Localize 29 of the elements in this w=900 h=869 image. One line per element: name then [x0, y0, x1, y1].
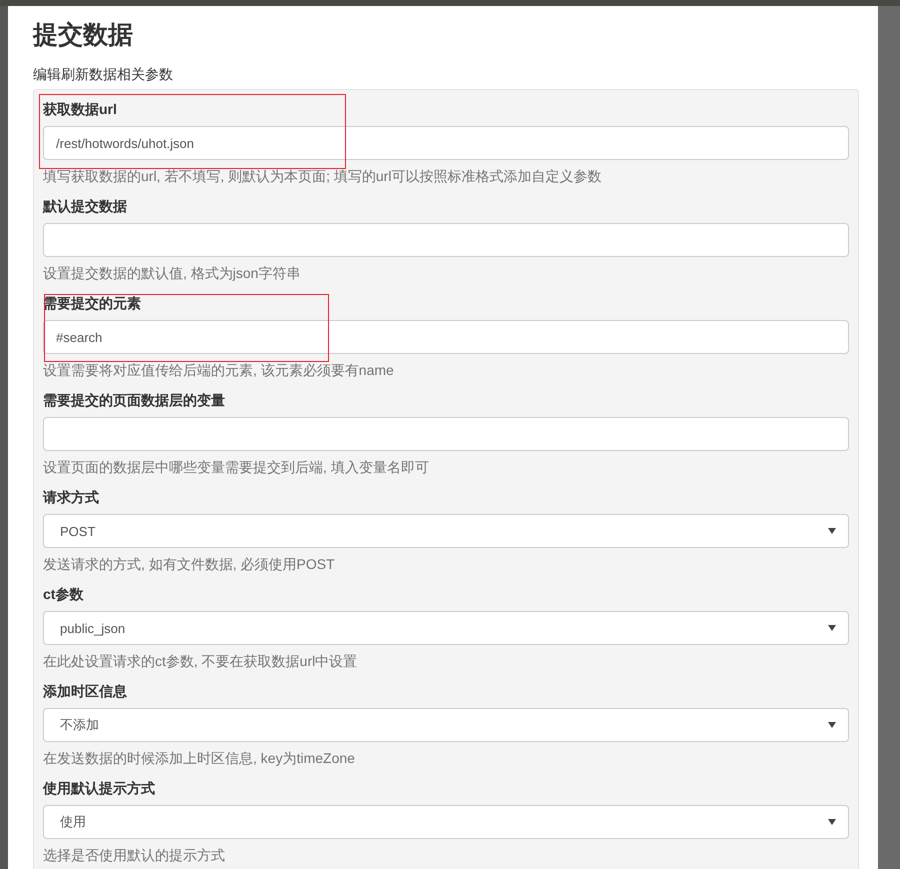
help-text: 在此处设置请求的ct参数, 不要在获取数据url中设置	[43, 652, 358, 670]
field-label: ct参数	[43, 585, 84, 604]
field-label: 获取数据url	[43, 100, 118, 119]
dropdown[interactable]: public_json	[43, 611, 849, 645]
help-text: 设置提交数据的默认值, 格式为json字符串	[43, 264, 302, 282]
field-label: 添加时区信息	[43, 682, 128, 701]
caret-icon	[828, 528, 836, 534]
field-label: 默认提交数据	[43, 197, 128, 216]
input-field[interactable]	[43, 223, 849, 257]
field-label: 使用默认提示方式	[43, 779, 156, 798]
help-text: 填写获取数据的url, 若不填写, 则默认为本页面; 填写的url可以按照标准格式添加自定义参数	[43, 167, 602, 185]
field-label: 需要提交的页面数据层的变量	[43, 391, 226, 410]
help-text: 设置需要将对应值传给后端的元素, 该元素必须要有name	[43, 361, 395, 379]
input-field[interactable]: #search	[43, 320, 849, 354]
field-label: 请求方式	[43, 488, 100, 507]
input-field[interactable]: /rest/hotwords/uhot.json	[43, 126, 849, 160]
help-text: 选择是否使用默认的提示方式	[43, 846, 226, 864]
help-text: 在发送数据的时候添加上时区信息, key为timeZone	[43, 749, 356, 767]
dialog-subtitle: 编辑刷新数据相关参数	[33, 65, 174, 83]
dropdown[interactable]: POST	[43, 514, 849, 548]
help-text: 发送请求的方式, 如有文件数据, 必须使用POST	[43, 555, 336, 573]
caret-icon	[828, 625, 836, 631]
caret-icon	[828, 722, 836, 728]
input-field[interactable]	[43, 417, 849, 451]
dropdown[interactable]: 不添加	[43, 708, 849, 742]
dialog-title: 提交数据	[33, 20, 134, 50]
caret-icon	[828, 819, 836, 825]
dropdown[interactable]: 使用	[43, 805, 849, 839]
help-text: 设置页面的数据层中哪些变量需要提交到后端, 填入变量名即可	[43, 458, 430, 476]
